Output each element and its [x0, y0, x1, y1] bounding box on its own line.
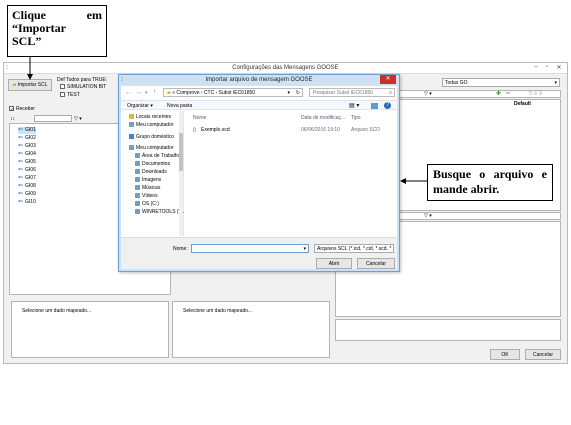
browse-file-callout: Busque o arquivo e mande abrir. — [427, 164, 553, 201]
callout-arrows — [27, 57, 427, 184]
arrowhead-icon — [400, 178, 406, 184]
arrowhead-icon — [27, 74, 33, 80]
